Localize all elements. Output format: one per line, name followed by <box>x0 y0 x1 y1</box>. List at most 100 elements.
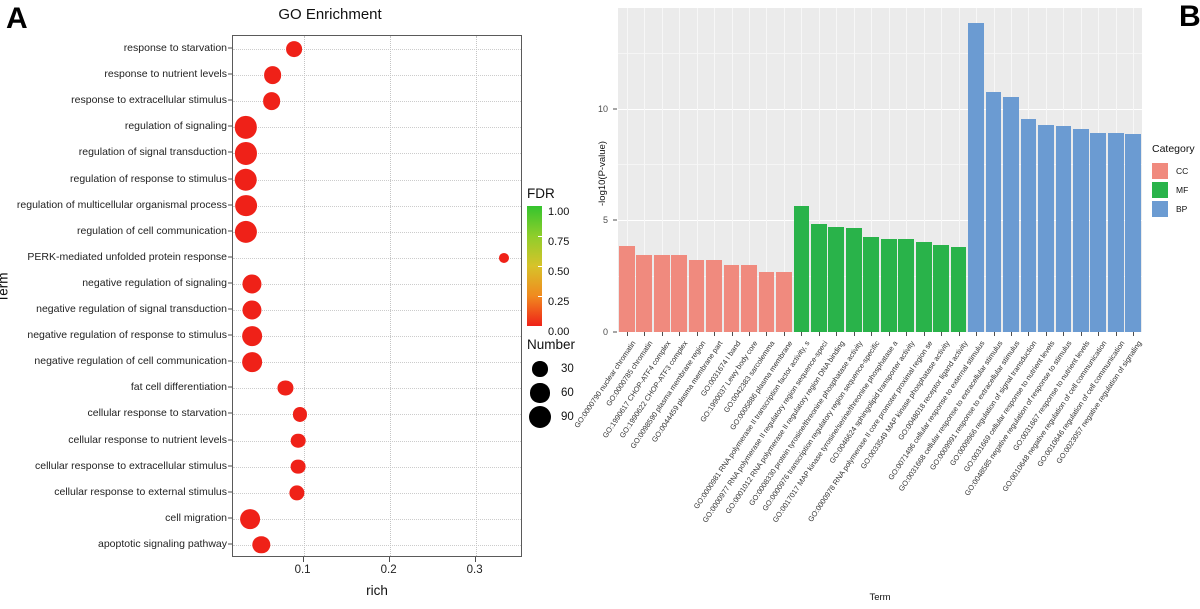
panel-a-x-tick <box>302 557 304 562</box>
panel-b-bar <box>1003 97 1019 332</box>
panel-a-gridline-h <box>233 205 521 207</box>
panel-a-y-tick <box>228 47 232 49</box>
panel-b-bar <box>880 238 897 332</box>
panel-b-bar <box>1038 125 1054 332</box>
panel-b-bar <box>933 245 949 332</box>
panel-a-y-tick <box>228 491 232 493</box>
panel-a-gridline-v <box>303 36 305 556</box>
category-legend-row: BP <box>1152 199 1200 218</box>
panel-b-plot-area <box>618 8 1142 332</box>
panel-a-y-tick <box>228 386 232 388</box>
number-legend-title: Number <box>527 337 576 352</box>
panel-b-y-tick-label: 5 <box>602 215 608 226</box>
panel-a-term-label: regulation of signal transduction <box>78 146 227 159</box>
panel-b-x-tick <box>801 332 803 336</box>
panel-b-bar <box>1107 132 1124 332</box>
panel-a-gridline-h <box>233 231 521 233</box>
panel-b-y-tick <box>613 331 617 333</box>
panel-a-gridline-h <box>233 362 521 364</box>
panel-a-data-point <box>242 300 262 320</box>
panel-b-x-tick <box>626 332 628 336</box>
category-legend-swatch <box>1152 181 1168 198</box>
category-legend-swatch <box>1152 162 1168 179</box>
panel-a-term-label: cellular response to nutrient levels <box>68 433 227 446</box>
panel-a-gridline-v <box>389 36 391 556</box>
panel-a-term-label: negative regulation of response to stimu… <box>27 329 227 342</box>
panel-b-x-tick <box>941 332 943 336</box>
panel-a-y-tick <box>228 99 232 101</box>
fdr-tick-mark <box>538 266 542 267</box>
panel-a-data-point <box>242 326 262 346</box>
fdr-legend-title: FDR <box>527 186 555 201</box>
panel-a-data-point <box>252 536 271 554</box>
panel-a-y-tick <box>228 256 232 258</box>
panel-a-term-label: negative regulation of signal transducti… <box>36 303 227 316</box>
panel-a-gridline-h <box>233 283 521 285</box>
panel-a-gridline-h <box>233 518 521 520</box>
panel-b-x-tick <box>696 332 698 336</box>
panel-a-term-label: response to starvation <box>123 42 227 55</box>
panel-a-term-label: regulation of cell communication <box>77 224 227 237</box>
panel-a-term-label: regulation of response to stimulus <box>69 172 227 185</box>
fdr-tick-label: 0.25 <box>548 296 570 308</box>
panel-a-data-point <box>234 220 258 243</box>
panel-a-data-point <box>234 142 257 165</box>
panel-b-x-tick <box>836 332 838 336</box>
panel-b-x-tick <box>714 332 716 336</box>
panel-a-gridline-h <box>233 414 521 416</box>
panel-a-dotplot: A GO Enrichment Term response to starvat… <box>0 0 586 609</box>
panel-b-y-tick <box>613 219 617 221</box>
panel-b-bar <box>636 254 653 332</box>
panel-a-y-tick <box>228 543 232 545</box>
panel-a-x-axis-title: rich <box>366 583 388 598</box>
panel-b-bar <box>950 246 967 332</box>
panel-b-bar <box>1090 132 1107 332</box>
panel-a-gridline-h <box>233 49 521 51</box>
panel-b-bar <box>985 92 1002 332</box>
panel-a-gridline-v <box>475 36 477 556</box>
panel-b-bar <box>741 264 757 332</box>
number-legend-label: 90 <box>561 411 574 423</box>
panel-b-bar <box>758 271 775 332</box>
panel-a-y-tick <box>228 151 232 153</box>
fdr-tick-label: 1.00 <box>548 206 570 218</box>
panel-b-x-tick <box>766 332 768 336</box>
panel-a-plot-area <box>232 35 522 557</box>
panel-a-gridline-h <box>233 179 521 181</box>
panel-a-term-label: regulation of signaling <box>124 120 227 133</box>
number-legend-row: 60 <box>527 381 589 405</box>
number-legend-label: 30 <box>561 363 574 375</box>
panel-a-y-tick <box>228 73 232 75</box>
panel-a-y-tick <box>228 282 232 284</box>
panel-a-term-label: cell migration <box>165 511 227 524</box>
panel-a-data-point <box>242 352 262 373</box>
panel-a-gridline-h <box>233 257 521 259</box>
panel-a-data-point <box>291 459 306 475</box>
panel-a-data-point <box>262 92 281 111</box>
panel-b-bar <box>828 226 845 332</box>
panel-a-term-label: cellular response to external stimulus <box>54 485 227 498</box>
panel-b-y-tick-label: 10 <box>597 103 608 114</box>
panel-b-label: B <box>1179 0 1200 33</box>
panel-b-bar <box>723 264 740 332</box>
category-legend: Category CC MF BP <box>1152 143 1200 218</box>
panel-a-term-label: fat cell differentiation <box>130 381 227 394</box>
panel-b-bar <box>898 238 915 332</box>
panel-b-x-tick <box>976 332 978 336</box>
category-legend-label: CC <box>1176 165 1189 176</box>
panel-b-x-tick <box>1098 332 1100 336</box>
panel-a-y-tick <box>228 204 232 206</box>
panel-b-x-tick <box>1080 332 1082 336</box>
panel-a-x-tick-label: 0.2 <box>380 564 397 576</box>
panel-b-x-axis-title: Term <box>869 592 891 603</box>
panel-b-bar <box>845 228 862 332</box>
panel-b-x-tick <box>818 332 820 336</box>
fdr-legend: FDR 1.00 0.75 0.50 0.25 0.00 <box>527 186 587 338</box>
panel-a-gridline-h <box>233 466 521 468</box>
panel-b-x-tick <box>783 332 785 336</box>
panel-b-y-tick-label: 0 <box>602 327 608 337</box>
panel-b-x-tick <box>906 332 908 336</box>
fdr-tick-mark <box>538 296 542 297</box>
panel-a-y-tick <box>228 517 232 519</box>
panel-b-x-tick <box>661 332 663 336</box>
